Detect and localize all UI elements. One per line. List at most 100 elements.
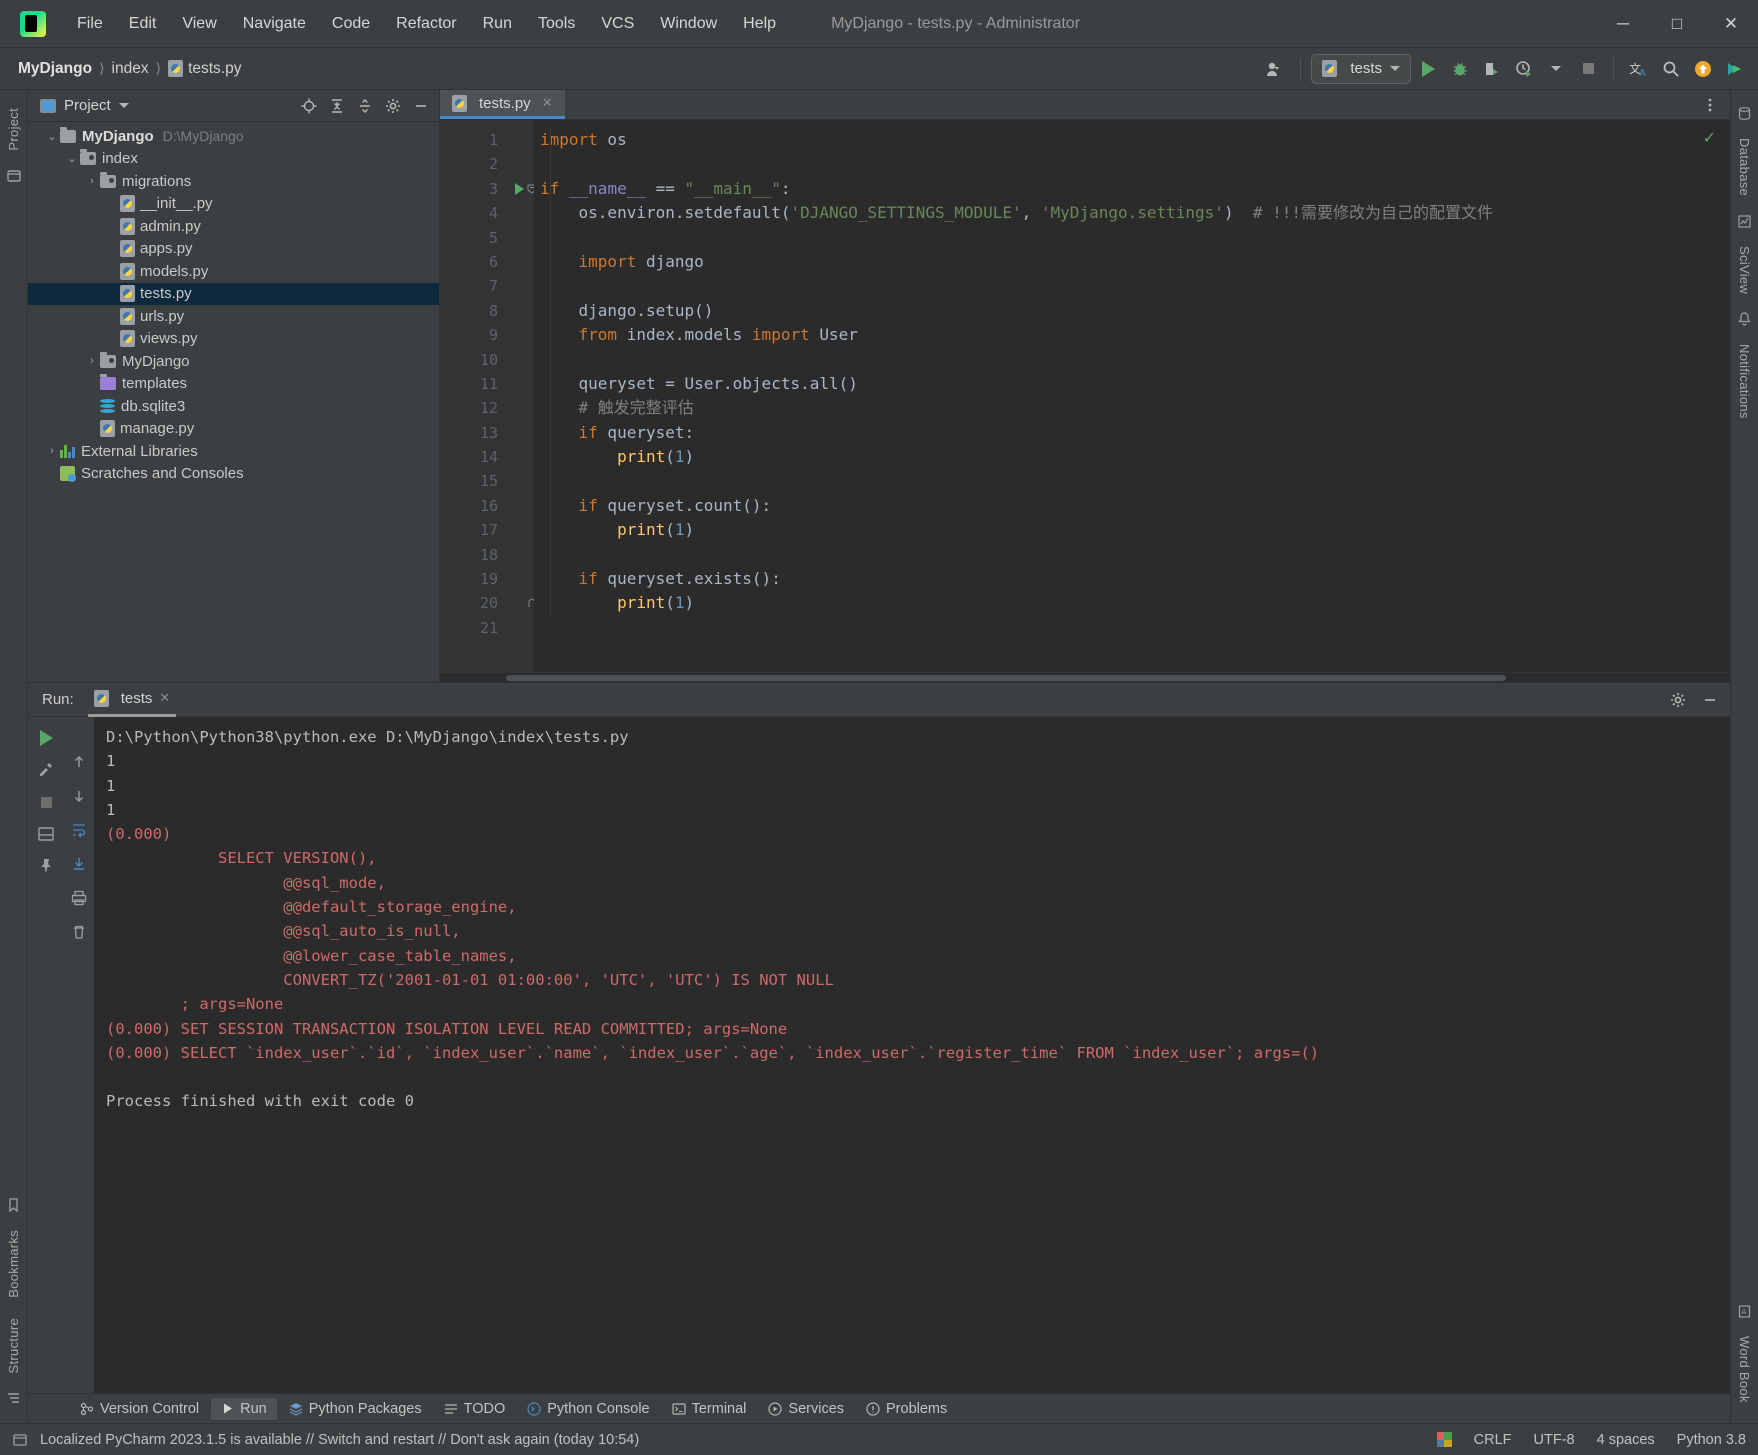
menu-run[interactable]: Run xyxy=(470,11,525,37)
bottom-tab-python-packages[interactable]: Python Packages xyxy=(279,1398,432,1420)
encoding-indicator[interactable]: UTF-8 xyxy=(1534,1432,1575,1448)
layout-settings-button[interactable] xyxy=(33,821,59,847)
chevron-down-icon[interactable]: ⌄ xyxy=(44,130,60,143)
code-line-10[interactable] xyxy=(534,348,1730,372)
menu-view[interactable]: View xyxy=(169,11,229,37)
bottom-tab-problems[interactable]: Problems xyxy=(856,1398,957,1420)
gutter-line-5[interactable]: 5 xyxy=(440,226,506,250)
code-line-14[interactable]: print(1) xyxy=(534,445,1730,469)
rail-tab-bookmarks[interactable]: Bookmarks xyxy=(6,1220,21,1308)
project-tree[interactable]: ⌄ MyDjango D:\MyDjango ⌄ index › migrations __i… xyxy=(28,122,439,682)
status-message[interactable]: Localized PyCharm 2023.1.5 is available … xyxy=(40,1432,639,1448)
profile-dropdown-icon[interactable] xyxy=(1541,54,1571,84)
plugin-icon[interactable] xyxy=(1720,54,1750,84)
line-number-gutter[interactable]: 1 2 3 4 5 6 7 8 9 10 11 12 13 14 15 16 17 18 19 20 21 xyxy=(440,120,537,672)
code-line-8[interactable]: django.setup() xyxy=(534,299,1730,323)
bottom-tab-python-console[interactable]: Python Console xyxy=(517,1398,659,1420)
tree-item-migrations[interactable]: › migrations xyxy=(28,170,439,193)
tree-item-manage-py[interactable]: manage.py xyxy=(28,418,439,441)
breadcrumb[interactable]: MyDjango ⟩ index ⟩ tests.py xyxy=(18,60,241,78)
coverage-button[interactable] xyxy=(1477,54,1507,84)
code-line-2[interactable] xyxy=(534,152,1730,176)
rail-tab-project[interactable]: Project xyxy=(6,98,21,161)
account-icon[interactable] xyxy=(1260,54,1290,84)
code-line-21[interactable] xyxy=(534,616,1730,640)
code-line-7[interactable] xyxy=(534,274,1730,298)
gutter-line-21[interactable]: 21 xyxy=(440,616,506,640)
code-line-5[interactable] xyxy=(534,226,1730,250)
clear-all-icon[interactable] xyxy=(66,919,92,945)
gutter-line-10[interactable]: 10 xyxy=(440,348,506,372)
menu-refactor[interactable]: Refactor xyxy=(383,11,469,37)
close-icon[interactable]: ✕ xyxy=(159,690,170,706)
tree-item-mydjango[interactable]: ⌄ MyDjango D:\MyDjango xyxy=(28,125,439,148)
minimize-button[interactable]: ─ xyxy=(1596,0,1650,48)
scrollbar-thumb[interactable] xyxy=(506,675,1506,681)
scroll-to-end-icon[interactable] xyxy=(66,851,92,877)
settings-icon[interactable] xyxy=(1666,688,1690,712)
chevron-down-icon[interactable]: ⌄ xyxy=(64,152,80,165)
code-line-13[interactable]: if queryset: xyxy=(534,421,1730,445)
chevron-right-icon[interactable]: › xyxy=(84,355,100,367)
run-line-icon[interactable] xyxy=(515,182,524,195)
menu-window[interactable]: Window xyxy=(647,11,730,37)
code-line-4[interactable]: os.environ.setdefault('DJANGO_SETTINGS_M… xyxy=(534,201,1730,225)
code-line-18[interactable] xyxy=(534,543,1730,567)
code-line-15[interactable] xyxy=(534,469,1730,493)
chevron-right-icon[interactable]: › xyxy=(84,175,100,187)
chevron-down-icon[interactable] xyxy=(118,103,129,108)
code-line-16[interactable]: if queryset.count(): xyxy=(534,494,1730,518)
gutter-line-14[interactable]: 14 xyxy=(440,445,506,469)
tree-item-tests-py[interactable]: tests.py xyxy=(28,282,439,305)
code-viewport[interactable]: 1 2 3 4 5 6 7 8 9 10 11 12 13 14 15 16 17 18 19 20 21 import… xyxy=(440,120,1730,672)
rail-tab-word-book[interactable]: Word Book xyxy=(1737,1326,1752,1413)
bottom-tab-version-control[interactable]: Version Control xyxy=(70,1398,209,1420)
hide-panel-icon[interactable] xyxy=(1698,688,1722,712)
gutter-line-20[interactable]: 20 xyxy=(440,591,536,615)
tree-item-scratches-and-consoles[interactable]: Scratches and Consoles xyxy=(28,463,439,486)
more-options-icon[interactable] xyxy=(1698,93,1722,117)
gutter-line-4[interactable]: 4 xyxy=(440,201,506,225)
expand-all-icon[interactable] xyxy=(325,94,349,118)
locate-icon[interactable] xyxy=(297,94,321,118)
menu-tools[interactable]: Tools xyxy=(525,11,588,37)
tree-item-init-py[interactable]: __init__.py xyxy=(28,193,439,216)
menu-bar[interactable]: File Edit View Navigate Code Refactor Ru… xyxy=(64,11,789,37)
run-configuration-selector[interactable]: tests xyxy=(1311,53,1411,84)
update-icon[interactable] xyxy=(1688,54,1718,84)
bottom-tab-services[interactable]: Services xyxy=(758,1398,854,1420)
interpreter-indicator[interactable]: Python 3.8 xyxy=(1677,1432,1746,1448)
menu-vcs[interactable]: VCS xyxy=(588,11,647,37)
line-separator-indicator[interactable]: CRLF xyxy=(1474,1432,1512,1448)
tree-item-models-py[interactable]: models.py xyxy=(28,260,439,283)
bottom-tab-todo[interactable]: TODO xyxy=(434,1398,516,1420)
run-tab-tests[interactable]: tests ✕ xyxy=(87,683,177,717)
editor-tab-tests-py[interactable]: tests.py ✕ xyxy=(440,90,565,119)
gutter-line-1[interactable]: 1 xyxy=(440,128,506,152)
bottom-tab-terminal[interactable]: Terminal xyxy=(662,1398,757,1420)
stop-button[interactable] xyxy=(33,789,59,815)
gutter-line-17[interactable]: 17 xyxy=(440,518,506,542)
code-line-20[interactable]: print(1) xyxy=(534,591,1730,615)
bottom-tab-run[interactable]: Run xyxy=(211,1397,277,1420)
run-console-output[interactable]: D:\Python\Python38\python.exe D:\MyDjang… xyxy=(94,717,1730,1393)
window-controls[interactable]: ─ □ ✕ xyxy=(1596,0,1758,48)
menu-file[interactable]: File xyxy=(64,11,116,37)
tree-item-db-sqlite3[interactable]: db.sqlite3 xyxy=(28,395,439,418)
rail-tab-structure[interactable]: Structure xyxy=(6,1308,21,1383)
gutter-line-11[interactable]: 11 xyxy=(440,372,506,396)
gutter-line-15[interactable]: 15 xyxy=(440,469,506,493)
print-icon[interactable] xyxy=(66,885,92,911)
gutter-line-16[interactable]: 16 xyxy=(440,494,506,518)
profile-button[interactable] xyxy=(1509,54,1539,84)
tree-item-mydjango[interactable]: › MyDjango xyxy=(28,350,439,373)
editor-tabs-actions[interactable] xyxy=(1698,90,1730,119)
rail-tab-notifications[interactable]: Notifications xyxy=(1737,334,1752,429)
edit-configuration-button[interactable] xyxy=(33,757,59,783)
gutter-line-13[interactable]: 13 xyxy=(440,421,506,445)
collapse-all-icon[interactable] xyxy=(353,94,377,118)
tree-item-external-libraries[interactable]: › External Libraries xyxy=(28,440,439,463)
rail-tab-database[interactable]: Database xyxy=(1737,128,1752,206)
rail-tab-sciview[interactable]: SciView xyxy=(1737,236,1752,304)
gutter-line-19[interactable]: 19 xyxy=(440,567,506,591)
